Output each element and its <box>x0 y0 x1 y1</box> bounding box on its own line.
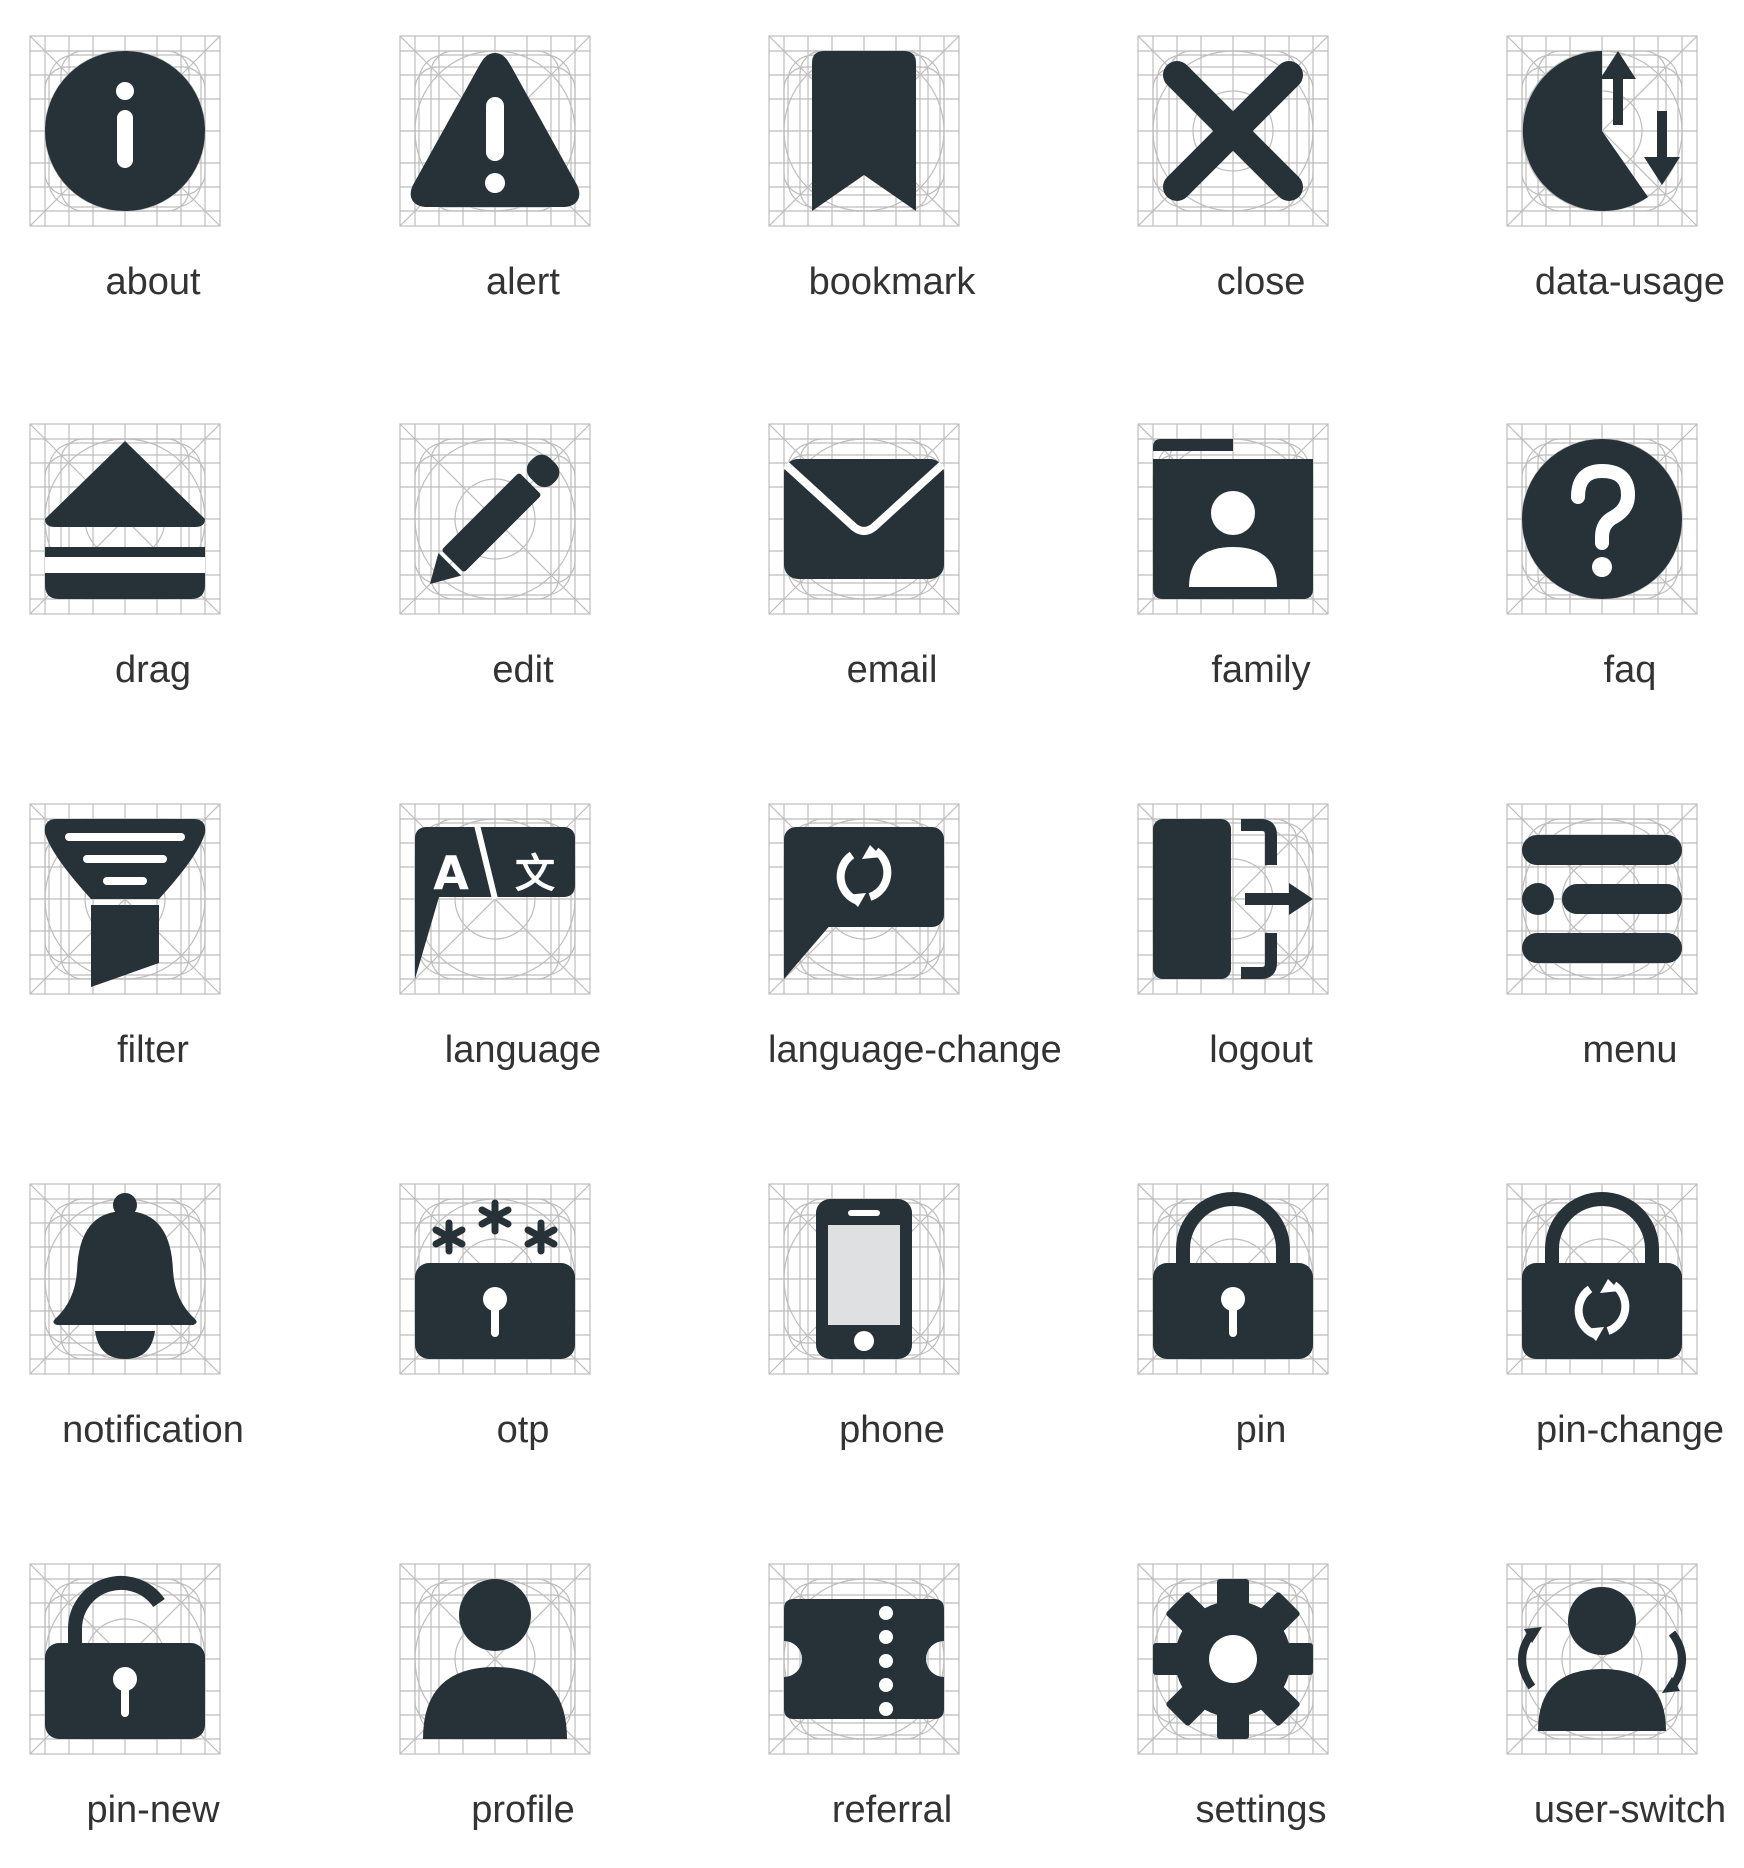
icon-label: family <box>1211 649 1311 691</box>
icon-label: faq <box>1603 649 1657 691</box>
profile-icon <box>399 1563 591 1755</box>
svg-text:A: A <box>433 846 469 900</box>
alert-icon <box>399 35 591 227</box>
drag-icon <box>29 423 221 615</box>
filter-icon <box>29 803 221 995</box>
icon-label: email <box>846 649 938 691</box>
icon-label: pin-change <box>1535 1409 1725 1451</box>
language-icon: A文 <box>399 803 591 995</box>
icon-label: pin <box>1235 1409 1287 1451</box>
icon-label: filter <box>117 1029 189 1071</box>
icon-label: data-usage <box>1534 261 1726 303</box>
phone-icon <box>768 1183 960 1375</box>
icon-label: pin-new <box>86 1789 220 1831</box>
pin-new-icon <box>29 1563 221 1755</box>
icon-label: language <box>444 1029 602 1071</box>
family-icon <box>1137 423 1329 615</box>
icon-label: bookmark <box>808 261 976 303</box>
pin-change-icon <box>1506 1183 1698 1375</box>
close-icon <box>1137 35 1329 227</box>
icon-label: menu <box>1582 1029 1678 1071</box>
icon-label: drag <box>114 649 192 691</box>
pin-icon <box>1137 1183 1329 1375</box>
icon-sheet: about alert bookmark close data-usage dr… <box>0 0 1744 1868</box>
menu-icon <box>1506 803 1698 995</box>
icon-label: about <box>105 261 201 303</box>
user-switch-icon <box>1506 1563 1698 1755</box>
icon-label: referral <box>831 1789 953 1831</box>
language-change-icon <box>768 803 960 995</box>
about-icon <box>29 35 221 227</box>
icon-label: otp <box>496 1409 550 1451</box>
icon-label: alert <box>486 261 560 303</box>
icon-label: settings <box>1195 1789 1327 1831</box>
edit-icon <box>399 423 591 615</box>
icon-label: edit <box>492 649 554 691</box>
icon-label: phone <box>839 1409 945 1451</box>
otp-icon <box>399 1183 591 1375</box>
icon-label: notification <box>62 1409 244 1451</box>
svg-text:文: 文 <box>515 851 555 897</box>
icon-label: language-change <box>768 1029 1062 1071</box>
icon-label: close <box>1216 261 1306 303</box>
data-usage-icon <box>1506 35 1698 227</box>
icon-label: logout <box>1209 1029 1313 1071</box>
referral-icon <box>768 1563 960 1755</box>
logout-icon <box>1137 803 1329 995</box>
notification-icon <box>29 1183 221 1375</box>
icon-label: profile <box>471 1789 575 1831</box>
email-icon <box>768 423 960 615</box>
bookmark-icon <box>768 35 960 227</box>
settings-icon <box>1137 1563 1329 1755</box>
icon-label: user-switch <box>1533 1789 1727 1831</box>
faq-icon <box>1506 423 1698 615</box>
